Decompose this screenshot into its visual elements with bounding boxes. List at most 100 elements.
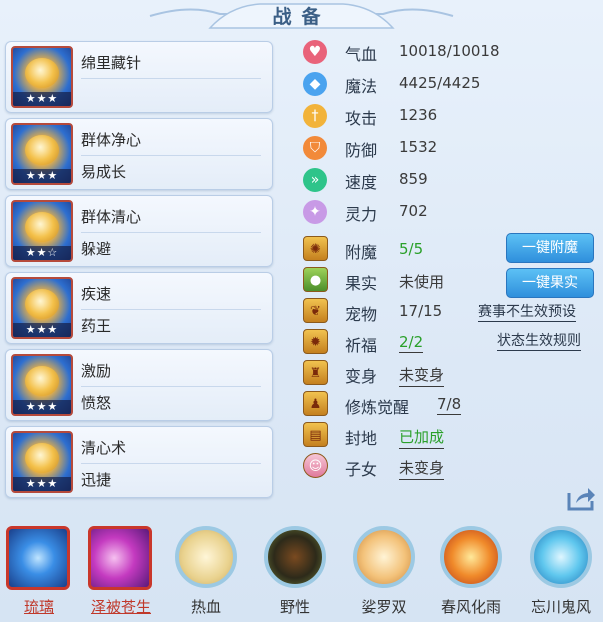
star-rating: ★★★: [13, 323, 71, 337]
row-child: ☺ 子女 未变身: [303, 452, 598, 482]
skill-label: 春风化雨: [440, 598, 501, 616]
row-label: 果实: [345, 274, 378, 293]
skill-wangchuan[interactable]: 忘川鬼风: [525, 523, 597, 618]
skill-label: 琉璃: [23, 598, 54, 616]
stat-value: 702: [399, 202, 428, 220]
card-portrait: ★★☆: [11, 200, 73, 262]
card-skill-name: 疾速: [81, 285, 112, 303]
stat-label: 攻击: [345, 109, 378, 128]
skill-zebei-icon: [88, 526, 152, 590]
skill-liuli[interactable]: 琉璃: [3, 523, 75, 618]
star-rating: ★★☆: [13, 246, 71, 260]
row-label: 宠物: [345, 305, 378, 324]
event-preset-link[interactable]: 赛事不生效预设: [478, 303, 576, 322]
skill-wangchuan-icon: [530, 526, 592, 588]
cultivation-icon: ♟: [303, 391, 328, 416]
card-skill-name: 群体清心: [81, 208, 142, 226]
row-cultivation: ♟ 修炼觉醒 7/8: [303, 390, 598, 420]
skill-yexing[interactable]: 野性: [259, 523, 331, 618]
skill-card-3[interactable]: ★★☆ 群体清心 躲避: [5, 195, 273, 267]
battle-prep-panel: 战备 ★★★ 绵里藏针 ★★★ 群体净心 易成长 ★★☆ 群体清心 躲避 ★★★…: [0, 0, 603, 622]
row-value[interactable]: 7/8: [437, 395, 462, 415]
stat-spirit: ✦ 灵力 702: [303, 198, 598, 228]
one-click-fruit-button[interactable]: 一键果实: [506, 268, 594, 298]
attack-icon: †: [303, 104, 327, 128]
card-skill-secondary: 易成长: [81, 163, 127, 181]
row-value: 未使用: [399, 273, 445, 291]
card-skill-secondary: 迅捷: [81, 471, 112, 489]
star-rating: ★★★: [13, 400, 71, 414]
skill-label: 娑罗双: [361, 598, 407, 616]
skill-suoluoshuang[interactable]: 娑罗双: [348, 523, 420, 618]
stat-mp: ◆ 魔法 4425/4425: [303, 70, 598, 100]
skill-card-1[interactable]: ★★★ 绵里藏针: [5, 41, 273, 113]
stat-label: 速度: [345, 173, 378, 192]
enchant-icon: ✺: [303, 236, 328, 261]
stat-value: 1532: [399, 138, 438, 156]
stat-hp: ♥ 气血 10018/10018: [303, 38, 598, 68]
card-skill-secondary: 愤怒: [81, 394, 112, 412]
status-rules-link[interactable]: 状态生效规则: [497, 332, 581, 351]
page-title: 战备: [272, 6, 331, 28]
row-value: 17/15: [399, 302, 443, 320]
row-label: 修炼觉醒: [345, 398, 410, 417]
stat-value: 859: [399, 170, 428, 188]
star-rating: ★★★: [13, 477, 71, 491]
fruit-icon: ●: [303, 267, 328, 292]
share-icon[interactable]: [566, 485, 596, 511]
skill-chunfeng-icon: [440, 526, 502, 588]
skill-rexue[interactable]: 热血: [170, 523, 242, 618]
skill-label: 野性: [279, 598, 310, 616]
heart-icon: ♥: [303, 40, 327, 64]
star-rating: ★★★: [13, 92, 71, 106]
row-label: 变身: [345, 367, 378, 386]
card-portrait: ★★★: [11, 123, 73, 185]
speed-icon: »: [303, 168, 327, 192]
row-value[interactable]: 2/2: [399, 333, 424, 353]
card-portrait: ★★★: [11, 46, 73, 108]
row-transform: ♜ 变身 未变身: [303, 359, 598, 389]
stat-attack: † 攻击 1236: [303, 102, 598, 132]
card-skill-secondary: 躲避: [81, 240, 112, 258]
skill-chunfeng[interactable]: 春风化雨: [435, 523, 507, 618]
row-value[interactable]: 未变身: [399, 457, 445, 480]
skill-label: 泽被苍生: [90, 598, 151, 616]
spirit-icon: ✦: [303, 200, 327, 224]
skill-card-6[interactable]: ★★★ 清心术 迅捷: [5, 426, 273, 498]
stat-label: 魔法: [345, 77, 378, 96]
stat-defense: ⛉ 防御 1532: [303, 134, 598, 164]
card-skill-name: 清心术: [81, 439, 127, 457]
skill-suoluoshuang-icon: [353, 526, 415, 588]
transform-icon: ♜: [303, 360, 328, 385]
row-label: 祈福: [345, 336, 378, 355]
defense-icon: ⛉: [303, 136, 327, 160]
skill-rexue-icon: [175, 526, 237, 588]
skill-card-2[interactable]: ★★★ 群体净心 易成长: [5, 118, 273, 190]
card-portrait: ★★★: [11, 354, 73, 416]
stat-label: 气血: [345, 45, 378, 64]
skill-label: 热血: [190, 598, 221, 616]
stat-value: 4425/4425: [399, 74, 481, 92]
magic-icon: ◆: [303, 72, 327, 96]
stat-label: 灵力: [345, 205, 378, 224]
child-icon: ☺: [303, 453, 328, 478]
one-click-enchant-button[interactable]: 一键附魔: [506, 233, 594, 263]
skill-card-4[interactable]: ★★★ 疾速 药王: [5, 272, 273, 344]
row-value[interactable]: 未变身: [399, 364, 445, 387]
card-portrait: ★★★: [11, 431, 73, 493]
row-fief: ▤ 封地 已加成: [303, 421, 598, 451]
skill-label: 忘川鬼风: [530, 598, 591, 616]
row-value[interactable]: 已加成: [399, 426, 445, 449]
star-rating: ★★★: [13, 169, 71, 183]
blessing-icon: ✹: [303, 329, 328, 354]
skill-zebei[interactable]: 泽被苍生: [85, 523, 157, 618]
pet-icon: ❦: [303, 298, 328, 323]
card-skill-secondary: 药王: [81, 317, 112, 335]
stat-speed: » 速度 859: [303, 166, 598, 196]
skill-yexing-icon: [264, 526, 326, 588]
card-skill-name: 群体净心: [81, 131, 142, 149]
stat-value: 10018/10018: [399, 42, 500, 60]
row-label: 子女: [345, 460, 378, 479]
row-value: 5/5: [399, 240, 424, 258]
skill-card-5[interactable]: ★★★ 激励 愤怒: [5, 349, 273, 421]
